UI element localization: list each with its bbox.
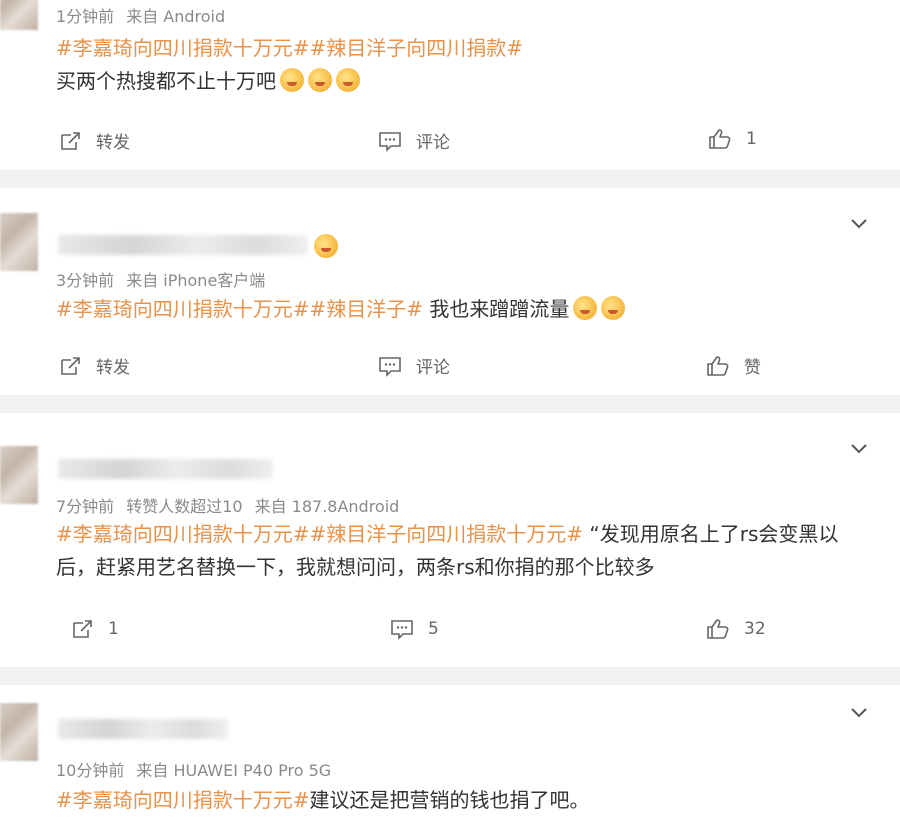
post-content: #李嘉琦向四川捐款十万元##辣目洋子# 我也来蹭蹭流量 <box>56 293 860 326</box>
comment-icon <box>378 355 402 377</box>
avatar[interactable] <box>0 703 38 761</box>
comment-button[interactable]: 评论 <box>378 353 450 378</box>
thumbs-up-icon <box>708 128 732 150</box>
repost-label: 转发 <box>96 133 130 153</box>
post-source: 来自 iPhone客户端 <box>126 271 266 290</box>
username[interactable] <box>58 235 308 255</box>
post-meta: 3分钟前 来自 iPhone客户端 <box>56 267 277 291</box>
post-content: #李嘉琦向四川捐款十万元##辣目洋子向四川捐款十万元# “发现用原名上了rs会变… <box>56 518 860 584</box>
post-time: 7分钟前 <box>56 497 115 516</box>
like-count: 1 <box>746 129 757 149</box>
post-extra: 转赞人数超过10 <box>126 497 243 516</box>
comment-button[interactable]: 5 <box>390 618 439 640</box>
like-button[interactable]: 32 <box>706 618 766 640</box>
emoji-icon <box>280 68 304 92</box>
repost-button[interactable]: 转发 <box>58 128 130 153</box>
comment-label: 评论 <box>416 358 450 378</box>
repost-icon <box>58 130 82 152</box>
emoji-icon <box>314 234 338 258</box>
hashtag-link[interactable]: #李嘉琦向四川捐款十万元##辣目洋子# <box>56 297 423 321</box>
post-content: #李嘉琦向四川捐款十万元##辣目洋子向四川捐款# 买两个热搜都不止十万吧 <box>56 32 860 98</box>
post-text: 建议还是把营销的钱也捐了吧。 <box>309 788 590 812</box>
like-count: 32 <box>744 619 766 639</box>
thumbs-up-icon <box>706 618 730 640</box>
emoji-icon <box>601 296 626 320</box>
avatar[interactable] <box>0 213 38 271</box>
username[interactable] <box>58 459 273 479</box>
divider <box>0 170 900 188</box>
repost-button[interactable]: 1 <box>70 618 119 640</box>
post-meta: 1分钟前 来自 Android <box>56 3 237 27</box>
post-source: 来自 HUAWEI P40 Pro 5G <box>136 761 332 780</box>
divider <box>0 395 900 413</box>
like-button[interactable]: 1 <box>708 128 757 150</box>
post-text: 买两个热搜都不止十万吧 <box>56 69 276 93</box>
divider <box>0 667 900 685</box>
repost-button[interactable]: 转发 <box>58 353 130 378</box>
post-3: 7分钟前 转赞人数超过10 来自 187.8Android #李嘉琦向四川捐款十万元… <box>0 413 900 667</box>
post-meta: 10分钟前 来自 HUAWEI P40 Pro 5G <box>56 757 343 781</box>
hashtag-link[interactable]: #李嘉琦向四川捐款十万元# <box>56 788 310 812</box>
post-time: 1分钟前 <box>56 7 115 26</box>
comment-icon <box>378 130 402 152</box>
like-button[interactable]: 赞 <box>706 353 761 378</box>
post-1: 1分钟前 来自 Android #李嘉琦向四川捐款十万元##辣目洋子向四川捐款# … <box>0 0 900 170</box>
post-time: 10分钟前 <box>56 761 125 780</box>
repost-icon <box>70 618 94 640</box>
repost-icon <box>58 355 82 377</box>
hashtag-link[interactable]: #李嘉琦向四川捐款十万元##辣目洋子向四川捐款十万元# <box>56 522 583 546</box>
comment-label: 评论 <box>416 133 450 153</box>
post-text: 我也来蹭蹭流量 <box>423 297 570 321</box>
chevron-down-icon[interactable] <box>848 701 870 723</box>
chevron-down-icon[interactable] <box>848 437 870 459</box>
comment-button[interactable]: 评论 <box>378 128 450 153</box>
post-4: 10分钟前 来自 HUAWEI P40 Pro 5G #李嘉琦向四川捐款十万元#建… <box>0 685 900 836</box>
like-label: 赞 <box>744 358 761 378</box>
chevron-down-icon[interactable] <box>848 212 870 234</box>
emoji-icon <box>336 68 360 92</box>
post-meta: 7分钟前 转赞人数超过10 来自 187.8Android <box>56 493 411 517</box>
comment-count: 5 <box>428 619 439 639</box>
post-time: 3分钟前 <box>56 271 115 290</box>
comment-icon <box>390 618 414 640</box>
avatar[interactable] <box>0 0 38 30</box>
emoji-icon <box>308 68 332 92</box>
emoji-icon <box>573 296 598 320</box>
post-source: 来自 Android <box>126 7 226 26</box>
hashtag-link[interactable]: #李嘉琦向四川捐款十万元##辣目洋子向四川捐款# <box>56 36 523 60</box>
repost-label: 转发 <box>96 358 130 378</box>
post-source: 来自 187.8Android <box>254 497 400 516</box>
repost-count: 1 <box>108 619 119 639</box>
thumbs-up-icon <box>706 355 730 377</box>
post-content: #李嘉琦向四川捐款十万元#建议还是把营销的钱也捐了吧。 <box>56 784 860 817</box>
username[interactable] <box>58 719 228 739</box>
post-2: 3分钟前 来自 iPhone客户端 #李嘉琦向四川捐款十万元##辣目洋子# 我也来… <box>0 188 900 395</box>
avatar[interactable] <box>0 446 38 504</box>
